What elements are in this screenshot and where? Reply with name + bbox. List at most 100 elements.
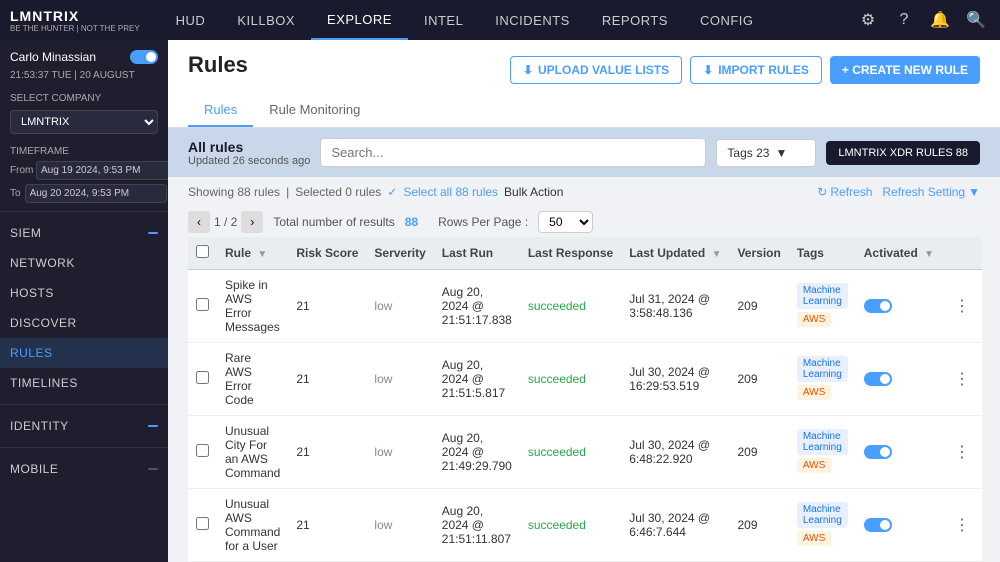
table-controls: Showing 88 rules | Selected 0 rules ✓ Se… <box>168 177 1000 207</box>
header-last-run-label: Last Run <box>442 246 493 260</box>
to-label: To <box>10 188 21 199</box>
search-input[interactable] <box>320 138 706 167</box>
row-checkbox[interactable] <box>196 517 209 530</box>
row-version: 209 <box>729 416 788 489</box>
select-all-checkbox[interactable] <box>196 245 209 258</box>
select-all-link[interactable]: Select all 88 rules <box>403 185 498 199</box>
row-activated <box>856 270 942 343</box>
header-risk-score[interactable]: Risk Score <box>288 237 366 270</box>
timeframe-from-row: From <box>0 159 168 182</box>
row-version: 209 <box>729 270 788 343</box>
row-more-button[interactable]: ⋮ <box>950 440 974 464</box>
row-more-button[interactable]: ⋮ <box>950 513 974 537</box>
total-results-label: Total number of results <box>273 215 394 229</box>
company-select[interactable]: LMNTRIX <box>10 110 158 134</box>
row-risk-score: 21 <box>288 270 366 343</box>
import-rules-button[interactable]: ⬇ IMPORT RULES <box>690 56 822 84</box>
row-toggle[interactable] <box>864 518 892 532</box>
row-checkbox[interactable] <box>196 298 209 311</box>
table-controls-left: Showing 88 rules | Selected 0 rules ✓ Se… <box>188 185 807 199</box>
nav-hud[interactable]: HUD <box>160 0 222 40</box>
tag-badge: AWS <box>797 458 831 473</box>
select-company-label: SELECT COMPANY <box>0 89 168 106</box>
logo-tagline: BE THE HUNTER | NOT THE PREY <box>10 24 140 33</box>
row-version: 209 <box>729 343 788 416</box>
sidebar-item-rules[interactable]: RULES <box>0 338 168 368</box>
refresh-setting-label: Refresh Setting <box>882 185 965 199</box>
sidebar-item-siem[interactable]: SIEM <box>0 218 168 248</box>
to-input[interactable] <box>25 184 167 203</box>
row-last-response: succeeded <box>520 270 621 343</box>
upload-value-lists-button[interactable]: ⬇ UPLOAD VALUE LISTS <box>510 56 682 84</box>
row-more-actions: ⋮ <box>942 489 982 562</box>
sidebar-item-network[interactable]: NETWORK <box>0 248 168 278</box>
nav-killbox[interactable]: KILLBOX <box>221 0 311 40</box>
create-new-rule-button[interactable]: + CREATE NEW RULE <box>830 56 980 84</box>
row-last-run: Aug 20, 2024 @ 21:51:17.838 <box>434 270 520 343</box>
rules-count-button[interactable]: LMNTRIX XDR RULES 88 <box>826 141 980 165</box>
row-version: 209 <box>729 489 788 562</box>
sidebar-badge-mobile <box>148 468 158 470</box>
sidebar-item-discover[interactable]: DISCOVER <box>0 308 168 338</box>
row-more-button[interactable]: ⋮ <box>950 367 974 391</box>
bulk-action-button[interactable]: Bulk Action <box>504 185 563 199</box>
row-last-updated: Jul 30, 2024 @ 6:48:22.920 <box>621 416 729 489</box>
sidebar-item-label-discover: DISCOVER <box>10 316 77 330</box>
page-info: 1 / 2 <box>214 215 237 229</box>
company-select-wrapper: LMNTRIX <box>10 110 158 134</box>
sidebar-item-timelines[interactable]: TIMELINES <box>0 368 168 398</box>
nav-config[interactable]: CONFIG <box>684 0 770 40</box>
total-results-count: 88 <box>405 215 418 229</box>
rule-sort-icon: ▼ <box>257 249 267 260</box>
row-last-run: Aug 20, 2024 @ 21:49:29.790 <box>434 416 520 489</box>
rows-per-page-select[interactable]: 10 25 50 100 <box>538 211 593 233</box>
user-toggle[interactable] <box>130 50 158 64</box>
refresh-setting-button[interactable]: Refresh Setting ▼ <box>882 185 980 199</box>
header-rule[interactable]: Rule ▼ <box>217 237 288 270</box>
tab-rule-monitoring[interactable]: Rule Monitoring <box>253 94 376 127</box>
nav-intel[interactable]: INTEL <box>408 0 479 40</box>
sidebar-item-hosts[interactable]: HOSTS <box>0 278 168 308</box>
search-icon[interactable]: 🔍 <box>962 6 990 34</box>
row-toggle[interactable] <box>864 445 892 459</box>
tags-chevron-icon: ▼ <box>775 146 787 160</box>
row-last-run: Aug 20, 2024 @ 21:51:5.817 <box>434 343 520 416</box>
main-layout: Carlo Minassian 21:53:37 TUE | 20 AUGUST… <box>0 40 1000 562</box>
header-severity: Serverity <box>366 237 433 270</box>
sidebar-divider-2 <box>0 404 168 405</box>
tab-rules[interactable]: Rules <box>188 94 253 127</box>
row-toggle[interactable] <box>864 372 892 386</box>
help-icon[interactable]: ? <box>890 6 918 34</box>
header-rule-label: Rule <box>225 246 251 260</box>
row-toggle[interactable] <box>864 299 892 313</box>
sidebar-item-mobile[interactable]: MOBILE <box>0 454 168 484</box>
header-actions-col <box>942 237 982 270</box>
from-input[interactable] <box>36 161 168 180</box>
row-checkbox[interactable] <box>196 371 209 384</box>
logo: LMNTRIX BE THE HUNTER | NOT THE PREY <box>10 8 140 33</box>
next-page-button[interactable]: › <box>241 211 263 233</box>
header-activated[interactable]: Activated ▼ <box>856 237 942 270</box>
prev-page-button[interactable]: ‹ <box>188 211 210 233</box>
filter-bar: All rules Updated 26 seconds ago Tags 23… <box>168 128 1000 177</box>
header-version: Version <box>729 237 788 270</box>
pagination-bar: ‹ 1 / 2 › Total number of results 88 Row… <box>168 207 1000 237</box>
all-rules-info: All rules Updated 26 seconds ago <box>188 139 310 167</box>
nav-reports[interactable]: REPORTS <box>586 0 684 40</box>
nav-incidents[interactable]: INCIDENTS <box>479 0 586 40</box>
header-last-updated[interactable]: Last Updated ▼ <box>621 237 729 270</box>
settings-icon[interactable]: ⚙ <box>854 6 882 34</box>
table-body: Spike in AWS Error Messages 21 low Aug 2… <box>188 270 982 562</box>
row-more-button[interactable]: ⋮ <box>950 294 974 318</box>
tags-filter-button[interactable]: Tags 23 ▼ <box>716 139 816 167</box>
row-checkbox[interactable] <box>196 444 209 457</box>
notifications-icon[interactable]: 🔔 <box>926 6 954 34</box>
rows-per-page-label: Rows Per Page : <box>438 215 528 229</box>
tag-badge: Machine Learning <box>797 356 848 382</box>
sidebar-item-label-siem: SIEM <box>10 226 41 240</box>
refresh-icon: ↻ <box>817 185 827 199</box>
refresh-button[interactable]: ↻ Refresh <box>817 185 872 199</box>
nav-explore[interactable]: EXPLORE <box>311 0 408 40</box>
row-activated <box>856 489 942 562</box>
sidebar-item-identity[interactable]: IDENTITY <box>0 411 168 441</box>
